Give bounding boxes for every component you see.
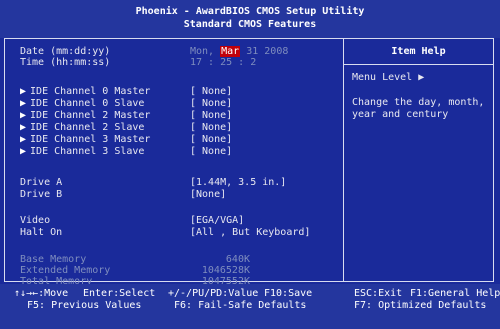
menu-level: Menu Level ▶ xyxy=(352,72,425,83)
date-rest[interactable]: 31 2008 xyxy=(246,46,288,57)
video-label: Video xyxy=(20,215,51,226)
drive-b-value[interactable]: [None] xyxy=(190,189,226,201)
drive-b-label: Drive B xyxy=(20,189,63,200)
key-save: F10:Save xyxy=(264,288,313,299)
submenu-arrow-icon: ▶ xyxy=(20,98,27,109)
video-value[interactable]: [EGA/VGA] xyxy=(190,215,244,227)
ide-label: IDE Channel 0 Master xyxy=(30,86,151,97)
ide-value[interactable]: [ None] xyxy=(190,146,232,158)
ide-label: IDE Channel 2 Master xyxy=(30,110,151,121)
ide-label: IDE Channel 3 Master xyxy=(30,134,151,145)
ide-value[interactable]: [ None] xyxy=(190,122,232,134)
submenu-arrow-icon: ▶ xyxy=(20,146,27,157)
ide-label: IDE Channel 2 Slave xyxy=(30,122,145,133)
key-help: F1:General Help xyxy=(410,288,500,299)
ide-value[interactable]: [ None] xyxy=(190,134,232,146)
time-value[interactable]: 17 : 25 : 2 xyxy=(190,57,256,69)
header-bar: Phoenix - AwardBIOS CMOS Setup Utility S… xyxy=(0,0,500,38)
ide-label: IDE Channel 3 Slave xyxy=(30,146,145,157)
submenu-arrow-icon: ▶ xyxy=(20,134,27,145)
halt-on-value[interactable]: [All , But Keyboard] xyxy=(190,227,310,239)
item-help-title: Item Help xyxy=(344,39,493,65)
time-label: Time (hh:mm:ss) xyxy=(20,57,111,68)
item-help-text: Change the day, month, year and century xyxy=(352,97,485,120)
footer-keys: ↑↓→←:Move Enter:Select +/-/PU/PD:Value F… xyxy=(0,284,500,329)
key-enter: Enter:Select xyxy=(83,288,156,299)
key-move: ↑↓→←:Move xyxy=(14,288,69,299)
ide-value[interactable]: [ None] xyxy=(190,98,232,110)
app-title: Phoenix - AwardBIOS CMOS Setup Utility xyxy=(135,6,365,17)
main-panel: Date (mm:dd:yy) Mon, Mar 31 2008 Time (h… xyxy=(4,38,494,287)
panel-divider xyxy=(343,39,344,281)
drive-a-value[interactable]: [1.44M, 3.5 in.] xyxy=(190,177,286,189)
submenu-arrow-icon: ▶ xyxy=(20,122,27,133)
key-failsafe-defaults: F6: Fail-Safe Defaults xyxy=(174,300,307,311)
key-value: +/-/PU/PD:Value xyxy=(168,288,259,299)
key-optimized-defaults: F7: Optimized Defaults xyxy=(354,300,487,311)
key-previous-values: F5: Previous Values xyxy=(27,300,142,311)
drive-a-label: Drive A xyxy=(20,177,63,188)
page-title: Standard CMOS Features xyxy=(183,19,317,30)
ide-value[interactable]: [ None] xyxy=(190,110,232,122)
date-day: Mon, xyxy=(190,46,215,57)
submenu-arrow-icon: ▶ xyxy=(20,86,27,97)
submenu-arrow-icon: ▶ xyxy=(20,110,27,121)
ide-label: IDE Channel 0 Slave xyxy=(30,98,145,109)
halt-on-label: Halt On xyxy=(20,227,63,238)
ide-value[interactable]: [ None] xyxy=(190,86,232,98)
key-exit: ESC:Exit xyxy=(354,288,403,299)
date-month[interactable]: Mar xyxy=(220,46,241,57)
